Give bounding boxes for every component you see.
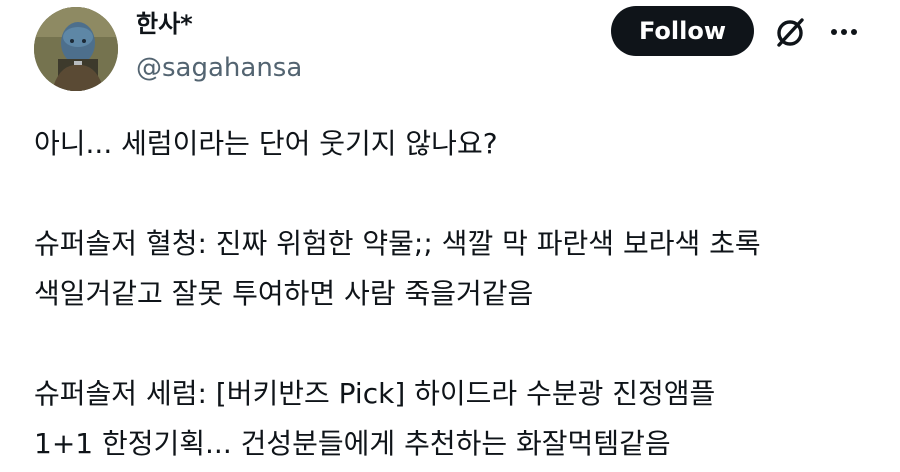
tweet-line: 1+1 한정기획... 건성분들에게 추천하는 화잘먹템같음 — [34, 427, 671, 460]
tweet-line: 슈퍼솔저 세럼: [버키반즈 Pick] 하이드라 수분광 진정앰플 — [34, 377, 716, 410]
more-horizontal-icon[interactable] — [826, 16, 862, 46]
avatar-image — [34, 7, 118, 91]
avatar[interactable] — [34, 7, 118, 91]
user-handle[interactable]: @sagahansa — [136, 52, 302, 84]
tweet-header: 한사* @sagahansa Follow — [0, 0, 900, 100]
follow-button[interactable]: Follow — [611, 6, 754, 56]
display-name[interactable]: 한사* — [136, 8, 193, 40]
tweet-line: 아니... 세럼이라는 단어 웃기지 않나요? — [34, 127, 498, 160]
slashed-circle-icon[interactable] — [772, 14, 808, 50]
tweet-line: 색일거같고 잘못 투여하면 사람 죽을거같음 — [34, 277, 534, 310]
tweet-text: 아니... 세럼이라는 단어 웃기지 않나요? 슈퍼솔저 혈청: 진짜 위험한 … — [34, 119, 874, 469]
tweet-line: 슈퍼솔저 혈청: 진짜 위험한 약물;; 색깔 막 파란색 보라색 초록 — [34, 227, 761, 260]
